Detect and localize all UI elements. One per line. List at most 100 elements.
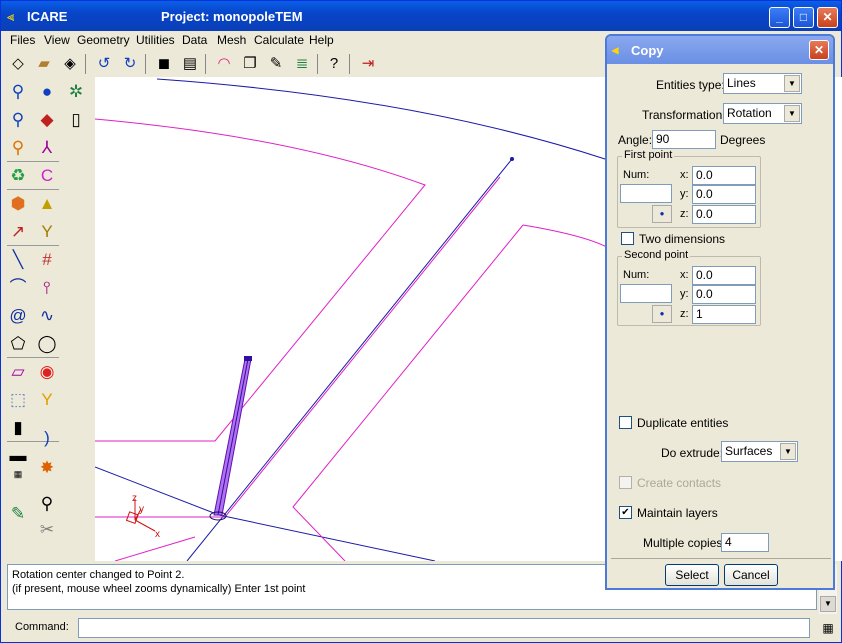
rotate-right-icon[interactable]: ↻ xyxy=(119,53,141,75)
nodes-elems-icon[interactable]: ▦ xyxy=(5,469,31,495)
cut-icon[interactable]: Y xyxy=(34,219,60,245)
angle-input[interactable]: 90 xyxy=(652,130,716,149)
menu-mesh[interactable]: Mesh xyxy=(217,33,246,47)
inspect-icon[interactable]: ⚲ xyxy=(34,491,60,517)
entities-type-value: Lines xyxy=(727,76,756,90)
entities-type-select[interactable]: Lines ▼ xyxy=(723,73,802,94)
rotate-left-icon[interactable]: ↺ xyxy=(93,53,115,75)
print-icon[interactable]: ▤ xyxy=(179,53,201,75)
target-icon[interactable]: ◉ xyxy=(34,359,60,385)
wave-zoom-icon[interactable]: ) xyxy=(34,425,60,451)
first-point-title: First point xyxy=(622,149,675,161)
create-contacts-checkbox[interactable] xyxy=(619,476,632,489)
second-x-input[interactable]: 0.0 xyxy=(692,266,756,285)
camera-icon[interactable]: ◼ xyxy=(153,53,175,75)
first-pick-point-button[interactable]: ● xyxy=(652,205,672,223)
surface-icon[interactable]: ▱ xyxy=(5,359,31,385)
zoom-icon[interactable]: ⚲ xyxy=(5,79,31,105)
first-x-input[interactable]: 0.0 xyxy=(692,166,756,185)
book-icon[interactable]: ▯ xyxy=(63,107,89,133)
axes-icon[interactable]: ⅄ xyxy=(34,135,60,161)
second-y-input[interactable]: 0.0 xyxy=(692,285,756,304)
do-extrude-select[interactable]: Surfaces ▼ xyxy=(721,441,798,462)
edit-shape-icon[interactable]: ✎ xyxy=(5,501,31,527)
gears-icon[interactable]: ✲ xyxy=(63,79,89,105)
second-y-label: y: xyxy=(680,288,689,300)
cylinders-icon[interactable]: ▮ xyxy=(5,415,31,441)
fold-icon[interactable]: ◆ xyxy=(34,107,60,133)
menu-help[interactable]: Help xyxy=(309,33,334,47)
menu-geometry[interactable]: Geometry xyxy=(77,33,130,47)
cancel-button[interactable]: Cancel xyxy=(724,564,778,586)
line-icon[interactable]: ╲ xyxy=(5,247,31,273)
palette-separator xyxy=(7,357,59,358)
transformation-select[interactable]: Rotation ▼ xyxy=(723,103,802,124)
chevron-down-icon: ▼ xyxy=(784,105,800,122)
magenta-outline xyxy=(95,176,501,518)
arc-icon[interactable]: ⌒ xyxy=(5,275,31,301)
antenna-icon[interactable]: ⫯ xyxy=(34,275,60,301)
multiple-copies-input[interactable]: 4 xyxy=(721,533,769,552)
maximize-button[interactable]: □ xyxy=(793,7,814,28)
keypad-icon[interactable]: ▦ xyxy=(819,621,837,639)
polygon-icon[interactable]: ⬠ xyxy=(5,331,31,357)
do-extrude-value: Surfaces xyxy=(725,444,773,458)
maintain-layers-checkbox[interactable]: ✔ xyxy=(619,506,632,519)
star-icon[interactable]: ✸ xyxy=(34,455,60,481)
tools-icon[interactable]: ✂ xyxy=(34,517,60,543)
palette-separator xyxy=(7,161,59,162)
menu-files[interactable]: Files xyxy=(10,33,35,47)
second-num-input[interactable] xyxy=(620,284,672,303)
layers-icon[interactable]: ❐ xyxy=(239,53,261,75)
zoom-window-icon[interactable]: ⚲ xyxy=(5,107,31,133)
minimize-button[interactable]: _ xyxy=(769,7,790,28)
scroll-down-icon[interactable]: ▼ xyxy=(820,596,836,612)
duplicate-entities-checkbox[interactable] xyxy=(619,416,632,429)
chevron-down-icon: ▼ xyxy=(784,75,800,92)
dialog-close-button[interactable]: ✕ xyxy=(809,40,829,60)
edit-icon[interactable]: ✎ xyxy=(265,53,287,75)
toolbar-separator xyxy=(349,54,350,74)
second-pick-point-button[interactable]: ● xyxy=(652,305,672,323)
split-icon[interactable]: Y xyxy=(34,387,60,413)
rainbow-icon[interactable]: ◠ xyxy=(213,53,235,75)
main-window: ⫷ ICARE Project: monopoleTEM _ □ ✕ Files… xyxy=(0,0,842,643)
first-z-input[interactable]: 0.0 xyxy=(692,205,756,224)
drop-icon[interactable]: ● xyxy=(34,79,60,105)
pyramid-icon[interactable]: ▲ xyxy=(34,191,60,217)
close-button[interactable]: ✕ xyxy=(817,7,838,28)
transformation-label: Transformation: xyxy=(642,108,726,122)
radial-line xyxy=(218,514,436,562)
two-dimensions-checkbox[interactable] xyxy=(621,232,634,245)
menu-calculate[interactable]: Calculate xyxy=(254,33,304,47)
menu-view[interactable]: View xyxy=(44,33,70,47)
command-input[interactable] xyxy=(78,618,810,638)
circle-square-icon[interactable]: ◯ xyxy=(34,331,60,357)
save-icon[interactable]: ◈ xyxy=(59,53,81,75)
second-z-input[interactable]: 1 xyxy=(692,305,756,324)
menu-utilities[interactable]: Utilities xyxy=(136,33,175,47)
toolbar-separator xyxy=(205,54,206,74)
new-icon[interactable]: ◇ xyxy=(7,53,29,75)
recycle-icon[interactable]: ♻ xyxy=(5,163,31,189)
first-y-input[interactable]: 0.0 xyxy=(692,185,756,204)
help-icon[interactable]: ? xyxy=(323,53,345,75)
books-icon[interactable]: ≣ xyxy=(291,53,313,75)
menu-data[interactable]: Data xyxy=(182,33,207,47)
magnet-icon[interactable]: C xyxy=(34,163,60,189)
spiral-icon[interactable]: @ xyxy=(5,303,31,329)
zoom-fit-icon[interactable]: ⚲ xyxy=(5,135,31,161)
first-num-input[interactable] xyxy=(620,184,672,203)
cube-icon[interactable]: ⬚ xyxy=(5,387,31,413)
mesh-grid-icon[interactable]: # xyxy=(34,247,60,273)
sine-icon[interactable]: ∿ xyxy=(34,303,60,329)
open-icon[interactable]: ▰ xyxy=(33,53,55,75)
select-button[interactable]: Select xyxy=(665,564,719,586)
slab-icon[interactable]: ▬ xyxy=(5,443,31,469)
second-z-label: z: xyxy=(680,308,689,320)
exit-icon[interactable]: ⇥ xyxy=(357,53,379,75)
probe-icon[interactable]: ↗ xyxy=(5,219,31,245)
second-x-label: x: xyxy=(680,269,689,281)
polyhedron-icon[interactable]: ⬢ xyxy=(5,191,31,217)
y-axis-label: y xyxy=(139,504,144,515)
